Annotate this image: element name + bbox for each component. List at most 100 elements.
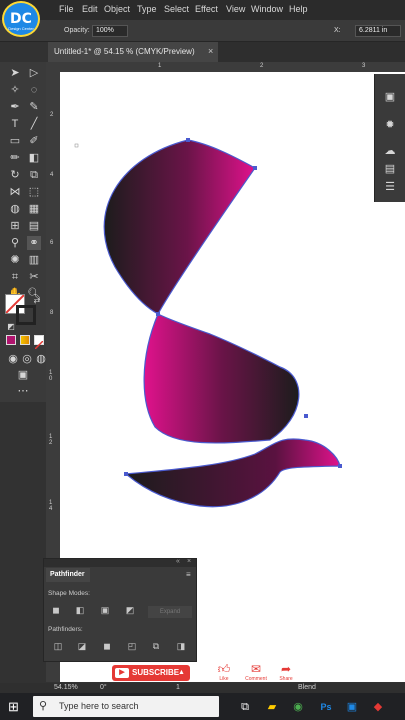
pathfinder-tab[interactable]: Pathfinder xyxy=(46,568,90,582)
selection-tool-icon[interactable]: ➤ xyxy=(8,66,22,80)
ruler-label: 8 xyxy=(50,310,54,316)
ruler-label: 1 4 xyxy=(49,500,53,512)
intersect-icon[interactable]: ▣ xyxy=(99,605,111,616)
ribbon-middle-segment[interactable] xyxy=(143,313,300,444)
windows-start-icon[interactable]: ⊞ xyxy=(8,700,22,714)
minus-back-icon[interactable]: ◨ xyxy=(175,641,187,652)
draw-mode-icon[interactable]: ◉ xyxy=(6,352,20,366)
task-view-icon[interactable]: ⧉ xyxy=(237,699,253,715)
zoom-level[interactable]: 54.15% xyxy=(54,684,78,691)
stroke-swatch[interactable] xyxy=(16,305,36,325)
menu-help[interactable]: Help xyxy=(289,4,308,14)
menu-lines-icon[interactable]: ☰ xyxy=(383,180,397,194)
panel-menu-icon[interactable]: ≡ xyxy=(186,570,191,579)
menu-effect[interactable]: Effect xyxy=(195,4,218,14)
anchor-point[interactable] xyxy=(304,414,308,418)
app-icon[interactable]: ◆ xyxy=(370,699,386,715)
comment-button[interactable]: ✉ Comment xyxy=(243,662,269,682)
x-field[interactable]: 6.2811 in xyxy=(355,25,401,37)
subscribe-button[interactable]: ▶ SUBSCRIBE ▲ xyxy=(112,665,190,681)
horizontal-ruler: 1 2 3 xyxy=(46,62,405,72)
pen-tool-icon[interactable]: ✒ xyxy=(8,100,22,114)
lasso-icon[interactable]: ◌ xyxy=(27,83,41,97)
free-transform-icon[interactable]: ⬚ xyxy=(27,185,41,199)
outline-icon[interactable]: ⧉ xyxy=(150,641,162,652)
collapse-icon[interactable]: « xyxy=(176,558,180,565)
appearance-icon[interactable]: ✹ xyxy=(383,118,397,132)
expand-button[interactable]: Expand xyxy=(148,606,192,618)
rotation-value[interactable]: 0° xyxy=(100,684,107,691)
blend-tool-icon[interactable]: ⚭ xyxy=(27,236,41,250)
anchor-point[interactable] xyxy=(156,312,160,316)
line-tool-icon[interactable]: ╱ xyxy=(27,117,41,131)
shape-builder-icon[interactable]: ◍ xyxy=(8,202,22,216)
anchor-point[interactable] xyxy=(338,464,342,468)
menu-file[interactable]: File xyxy=(59,4,74,14)
none-mode-icon[interactable] xyxy=(34,335,44,350)
artboard-tool-icon[interactable]: ⌗ xyxy=(8,270,22,284)
rotate-tool-icon[interactable]: ↻ xyxy=(8,168,22,182)
share-button[interactable]: ➦ Share xyxy=(273,662,299,682)
merge-icon[interactable]: ◼ xyxy=(101,641,113,652)
symbol-sprayer-icon[interactable]: ✺ xyxy=(8,253,22,267)
file-explorer-icon[interactable]: ▰ xyxy=(264,699,280,715)
rectangle-tool-icon[interactable]: ▭ xyxy=(8,134,22,148)
close-tab-icon[interactable]: × xyxy=(208,46,213,56)
direct-selection-tool-icon[interactable]: ▷ xyxy=(27,66,41,80)
exclude-icon[interactable]: ◩ xyxy=(124,605,136,616)
panel-header[interactable] xyxy=(44,559,196,567)
taskbar-search-box[interactable]: ⚲ Type here to search xyxy=(33,696,219,717)
anchor-point[interactable] xyxy=(186,138,190,142)
opacity-field[interactable]: 100% xyxy=(92,25,128,37)
gradient-mode-icon[interactable] xyxy=(20,335,30,345)
pencil-tool-icon[interactable]: ✏ xyxy=(8,151,22,165)
mesh-tool-icon[interactable]: ⊞ xyxy=(8,219,22,233)
draw-behind-icon[interactable]: ◎ xyxy=(20,352,34,366)
swap-colors-icon[interactable]: ⇄ xyxy=(30,294,44,308)
logo-text: DC xyxy=(10,11,32,27)
more-tools-icon[interactable]: ⋯ xyxy=(16,384,30,398)
document-tab[interactable]: Untitled-1* @ 54.15 % (CMYK/Preview) × xyxy=(48,42,218,62)
paintbrush-tool-icon[interactable]: ✐ xyxy=(27,134,41,148)
curvature-tool-icon[interactable]: ✎ xyxy=(27,100,41,114)
menu-object[interactable]: Object xyxy=(104,4,130,14)
libraries-icon[interactable]: ☁ xyxy=(383,144,397,158)
anchor-point[interactable] xyxy=(253,166,257,170)
trim-icon[interactable]: ◪ xyxy=(76,641,88,652)
ribbon-upper-segment[interactable] xyxy=(103,139,256,315)
scale-tool-icon[interactable]: ⧉ xyxy=(27,168,41,182)
eyedropper-icon[interactable]: ⚲ xyxy=(8,236,22,250)
crop-icon[interactable]: ◰ xyxy=(126,641,138,652)
chrome-icon[interactable]: ◉ xyxy=(290,699,306,715)
artboard-number[interactable]: 1 xyxy=(176,684,180,691)
type-tool-icon[interactable]: T xyxy=(8,117,22,131)
column-graph-icon[interactable]: ▥ xyxy=(27,253,41,267)
ribbon-lower-segment[interactable] xyxy=(124,438,341,508)
magic-wand-icon[interactable]: ✧ xyxy=(8,83,22,97)
app-icon[interactable]: ▣ xyxy=(344,699,360,715)
screen-mode-icon[interactable]: ▣ xyxy=(16,368,30,382)
menu-window[interactable]: Window xyxy=(251,4,283,14)
eraser-tool-icon[interactable]: ◧ xyxy=(27,151,41,165)
divide-icon[interactable]: ◫ xyxy=(52,641,64,652)
width-tool-icon[interactable]: ⋈ xyxy=(8,185,22,199)
like-button[interactable]: 👍︎ Like xyxy=(211,662,237,682)
minus-front-icon[interactable]: ◧ xyxy=(74,605,86,616)
gradient-tool-icon[interactable]: ▤ xyxy=(27,219,41,233)
menu-view[interactable]: View xyxy=(226,4,245,14)
color-mode-icon[interactable] xyxy=(6,335,16,345)
menu-type[interactable]: Type xyxy=(137,4,157,14)
unite-icon[interactable]: ◼ xyxy=(50,605,62,616)
anchor-point[interactable] xyxy=(74,143,79,148)
menu-select[interactable]: Select xyxy=(164,4,189,14)
layers-icon[interactable]: ▣ xyxy=(383,90,397,104)
default-colors-icon[interactable]: ◩ xyxy=(4,320,18,334)
close-panel-icon[interactable]: × xyxy=(187,558,191,565)
anchor-point[interactable] xyxy=(124,472,128,476)
windows-taskbar: ⊞ ⚲ Type here to search ⧉ ▰ ◉ Ps ▣ ◆ xyxy=(0,693,405,720)
properties-icon[interactable]: ▤ xyxy=(383,162,397,176)
slice-tool-icon[interactable]: ✂ xyxy=(27,270,41,284)
photoshop-icon[interactable]: Ps xyxy=(318,699,334,715)
perspective-grid-icon[interactable]: ▦ xyxy=(27,202,41,216)
menu-edit[interactable]: Edit xyxy=(82,4,98,14)
